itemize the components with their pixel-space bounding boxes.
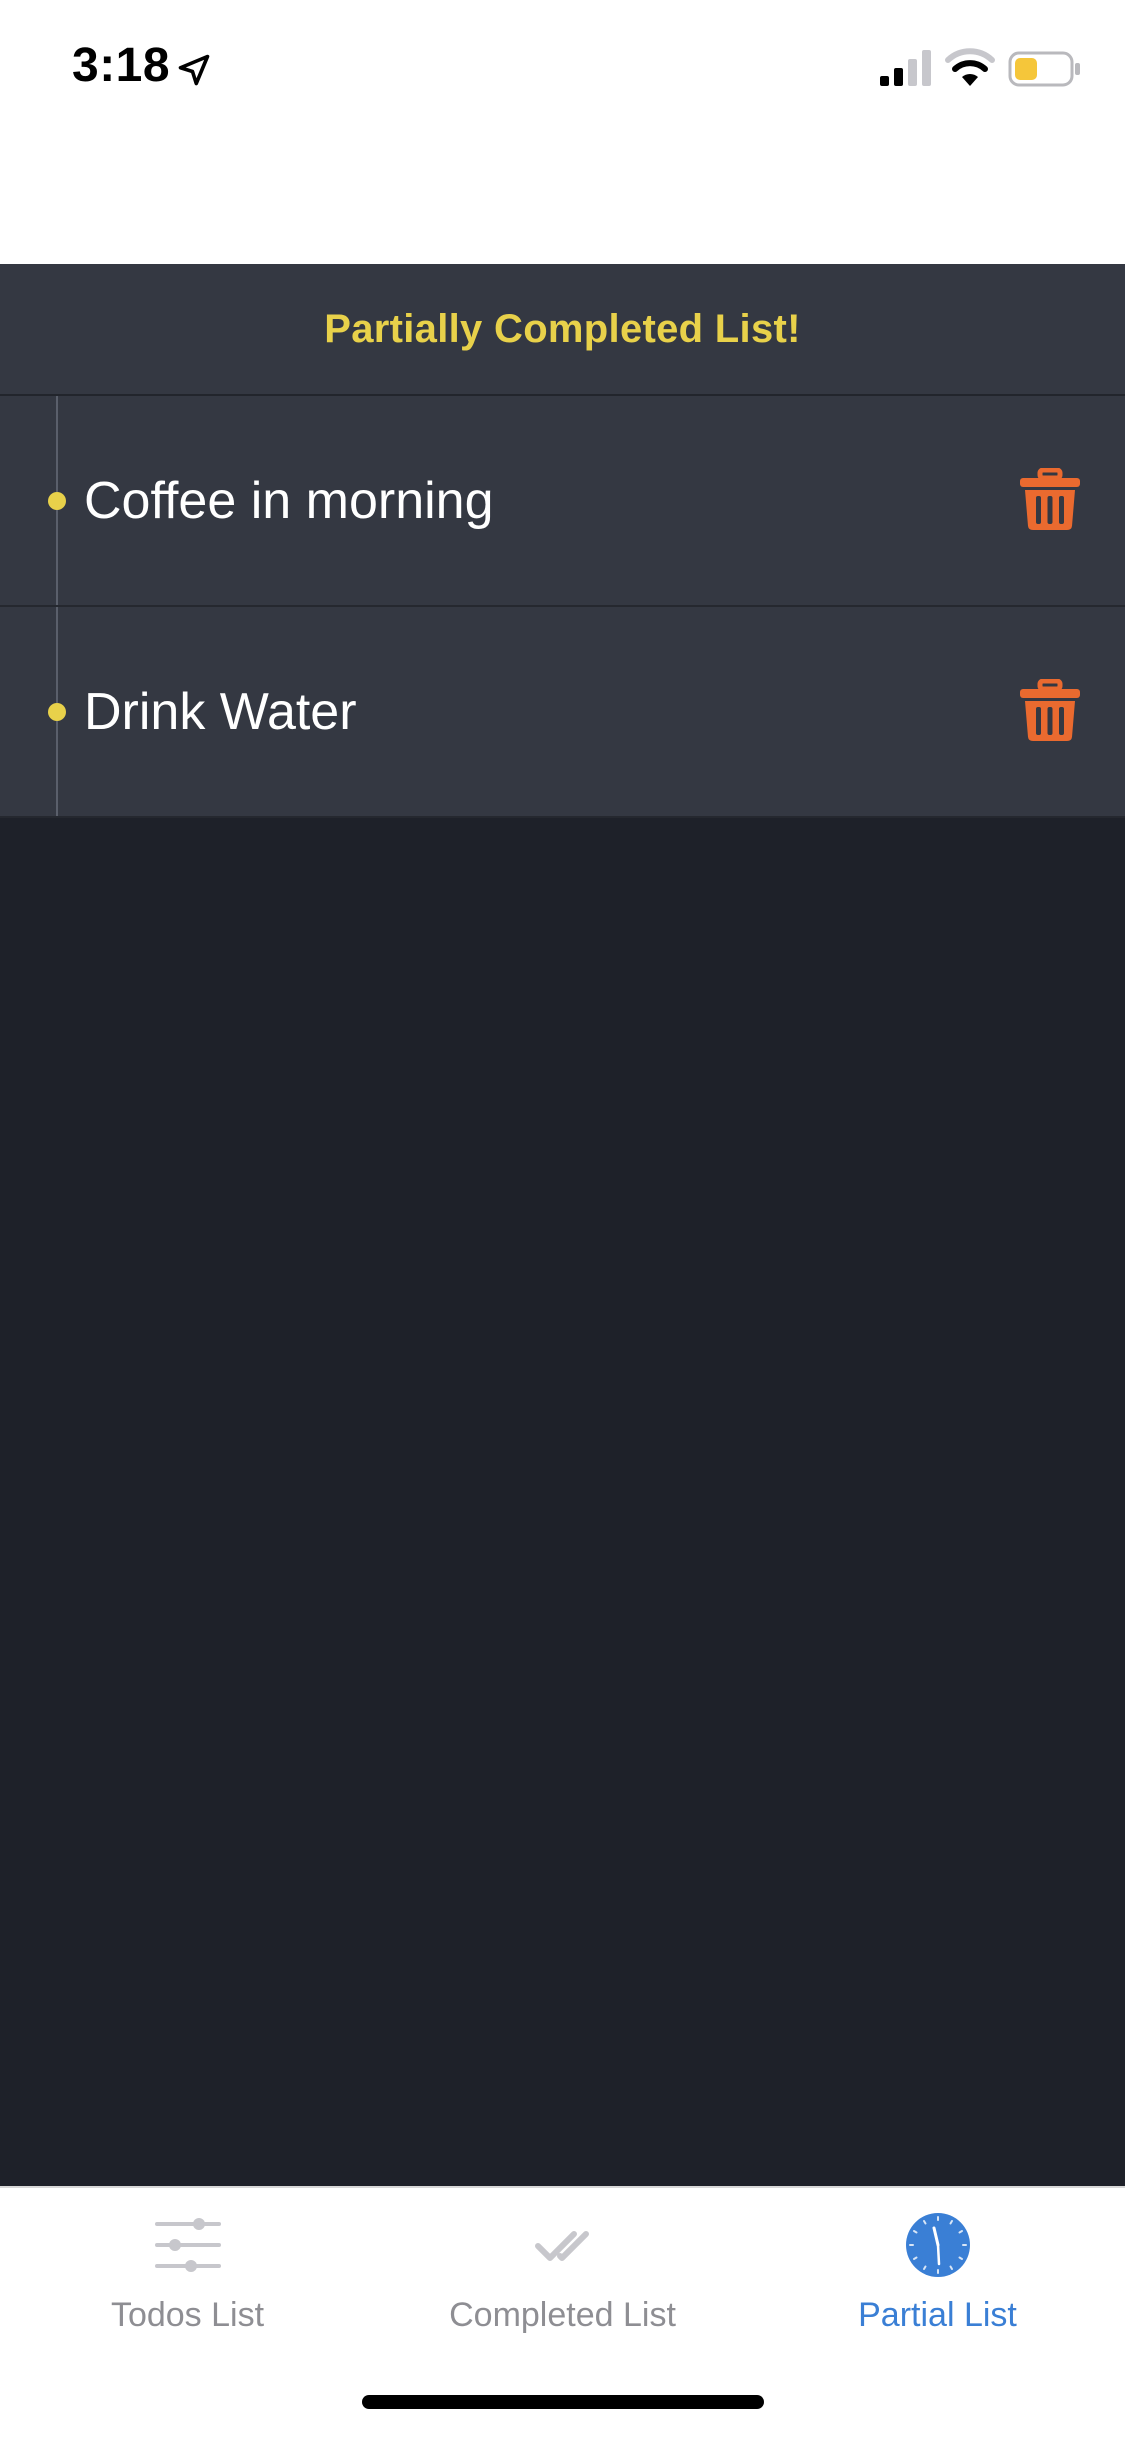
battery-icon	[1008, 51, 1080, 87]
list-item[interactable]: Coffee in morning	[0, 396, 1125, 607]
navigation-bar	[0, 140, 1125, 266]
clock-icon	[905, 2213, 970, 2277]
home-indicator	[362, 2395, 764, 2409]
wifi-icon	[945, 48, 995, 86]
tab-todos-list[interactable]: Todos List	[0, 2188, 375, 2358]
todo-list: Coffee in morning Drink Water	[0, 396, 1125, 818]
timeline-dot	[48, 703, 66, 721]
list-header: Partially Completed List!	[0, 264, 1125, 396]
timeline-dot	[48, 492, 66, 510]
tab-label: Todos List	[110, 2296, 265, 2334]
tab-label: Partial List	[858, 2296, 1017, 2334]
trash-icon[interactable]	[1018, 679, 1082, 743]
tab-partial-list[interactable]: Partial List	[750, 2188, 1125, 2358]
location-arrow-icon	[178, 54, 210, 86]
list-item-label: Drink Water	[84, 683, 357, 741]
tab-completed-list[interactable]: Completed List	[375, 2188, 750, 2358]
list-item-label: Coffee in morning	[84, 472, 494, 530]
status-time: 3:18	[72, 39, 171, 92]
trash-icon[interactable]	[1018, 468, 1082, 532]
page-title: Partially Completed List!	[324, 306, 801, 351]
list-item[interactable]: Drink Water	[0, 607, 1125, 818]
sliders-icon	[154, 2218, 221, 2272]
tab-label: Completed List	[449, 2296, 676, 2334]
status-bar: 3:18	[0, 0, 1125, 140]
double-check-icon	[534, 2231, 589, 2261]
cellular-signal-icon	[880, 50, 931, 86]
